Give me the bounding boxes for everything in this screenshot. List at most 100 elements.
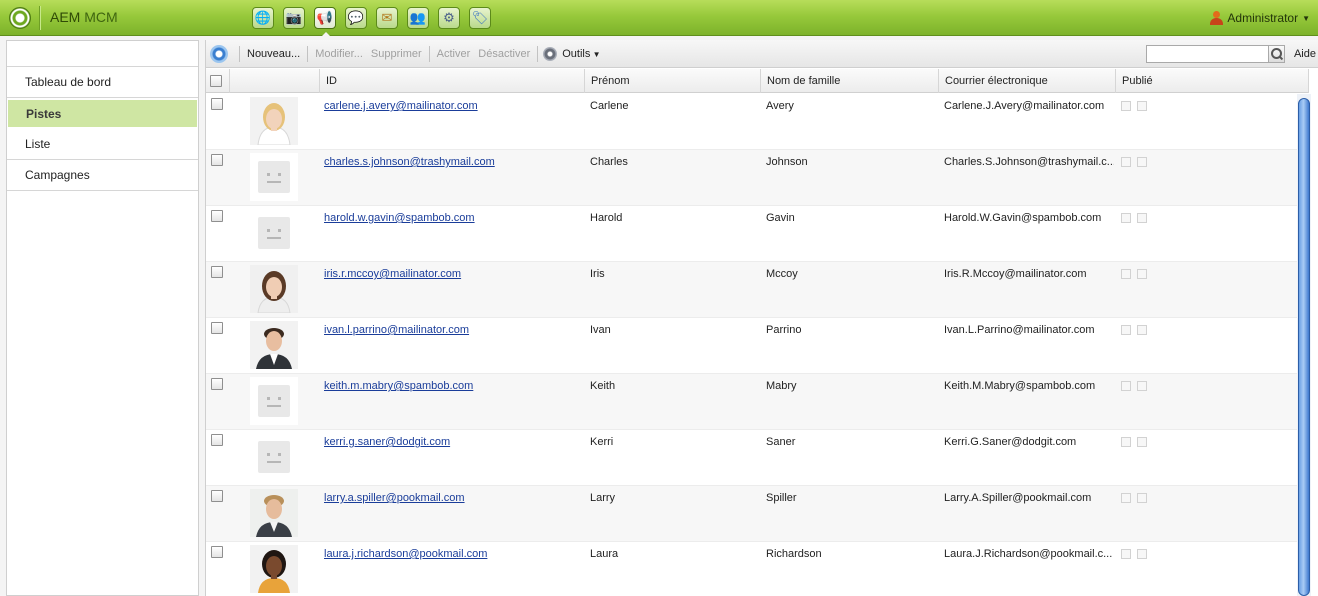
last-name: Saner	[766, 436, 796, 448]
column-header-published[interactable]: Publié	[1116, 69, 1309, 93]
lead-id-link[interactable]: harold.w.gavin@spambob.com	[324, 212, 475, 224]
lead-id-link[interactable]: carlene.j.avery@mailinator.com	[324, 100, 478, 112]
avatar	[250, 489, 298, 537]
app-name: AEM	[50, 9, 81, 25]
lead-id-link[interactable]: keith.m.mabry@spambob.com	[324, 380, 473, 392]
activate-button[interactable]: Activer	[435, 48, 473, 60]
published-box	[1121, 101, 1131, 111]
sidebar-item-leads[interactable]: Pistes	[8, 100, 197, 127]
first-name: Ivan	[590, 324, 611, 336]
help-button[interactable]: Aide	[1294, 48, 1316, 60]
lead-id-link[interactable]: iris.r.mccoy@mailinator.com	[324, 268, 461, 280]
published-indicators	[1121, 381, 1147, 391]
last-name: Mabry	[766, 380, 797, 392]
sidebar-header	[7, 41, 198, 67]
comment-icon[interactable]: 💬	[341, 4, 371, 32]
envelope-icon[interactable]: ✉	[372, 4, 402, 32]
published-box	[1121, 157, 1131, 167]
user-name: Administrator	[1227, 11, 1299, 25]
last-name: Spiller	[766, 492, 797, 504]
lead-id-link[interactable]: laura.j.richardson@pookmail.com	[324, 548, 487, 560]
avatar	[250, 545, 298, 593]
camera-icon[interactable]: 📷	[279, 4, 309, 32]
row-checkbox[interactable]	[211, 490, 223, 502]
lead-id-link[interactable]: larry.a.spiller@pookmail.com	[324, 492, 465, 504]
lead-id-link[interactable]: kerri.g.saner@dodgit.com	[324, 436, 450, 448]
last-name: Avery	[766, 100, 794, 112]
lead-id-link[interactable]: ivan.l.parrino@mailinator.com	[324, 324, 469, 336]
column-header-first-name[interactable]: Prénom	[585, 69, 761, 93]
gears-icon[interactable]: ⚙	[434, 4, 464, 32]
row-checkbox[interactable]	[211, 378, 223, 390]
select-all-checkbox[interactable]	[210, 75, 222, 87]
row-checkbox[interactable]	[211, 210, 223, 222]
avatar-placeholder	[250, 153, 298, 201]
column-header-last-name[interactable]: Nom de famille	[761, 69, 939, 93]
last-name: Mccoy	[766, 268, 798, 280]
row-checkbox[interactable]	[211, 266, 223, 278]
column-header-avatar	[230, 69, 320, 93]
email: Charles.S.Johnson@trashymail.c...	[944, 156, 1114, 168]
column-header-email[interactable]: Courrier électronique	[939, 69, 1116, 93]
row-checkbox[interactable]	[211, 154, 223, 166]
table-row[interactable]: kerri.g.saner@dodgit.com Kerri Saner Ker…	[206, 430, 1302, 486]
placeholder-face-icon	[258, 385, 290, 417]
toolbar-separator	[537, 45, 539, 62]
toolbar-separator	[428, 45, 430, 62]
deactivate-button[interactable]: Désactiver	[476, 48, 532, 60]
avatar-placeholder	[250, 209, 298, 257]
user-menu[interactable]: Administrator ▼	[1210, 11, 1310, 25]
avatar-photo	[250, 97, 298, 145]
email: Kerri.G.Saner@dodgit.com	[944, 436, 1077, 448]
table-row[interactable]: harold.w.gavin@spambob.com Harold Gavin …	[206, 206, 1302, 262]
published-indicators	[1121, 269, 1147, 279]
megaphone-icon[interactable]: 📢	[310, 4, 340, 37]
first-name: Harold	[590, 212, 623, 224]
search-input[interactable]	[1146, 45, 1269, 63]
published-indicators	[1121, 325, 1147, 335]
chevron-down-icon: ▼	[590, 49, 601, 59]
search-icon[interactable]	[1269, 45, 1285, 63]
tag-icon[interactable]: 🏷	[465, 4, 495, 32]
published-box	[1137, 325, 1147, 335]
email: Larry.A.Spiller@pookmail.com	[944, 492, 1092, 504]
published-box	[1121, 437, 1131, 447]
row-checkbox[interactable]	[211, 98, 223, 110]
published-box	[1121, 325, 1131, 335]
placeholder-face-icon	[258, 161, 290, 193]
first-name: Laura	[590, 548, 619, 560]
tools-menu-button[interactable]: Outils ▼	[560, 48, 602, 60]
row-checkbox[interactable]	[211, 322, 223, 334]
delete-button[interactable]: Supprimer	[369, 48, 424, 60]
published-box	[1121, 493, 1131, 503]
table-row[interactable]: larry.a.spiller@pookmail.com Larry Spill…	[206, 486, 1302, 542]
first-name: Charles	[590, 156, 628, 168]
avatar	[250, 265, 298, 313]
new-button[interactable]: Nouveau...	[245, 48, 302, 60]
table-row[interactable]: keith.m.mabry@spambob.com Keith Mabry Ke…	[206, 374, 1302, 430]
table-row[interactable]: charles.s.johnson@trashymail.com Charles…	[206, 150, 1302, 206]
row-checkbox[interactable]	[211, 434, 223, 446]
table-row[interactable]: carlene.j.avery@mailinator.com Carlene A…	[206, 94, 1302, 150]
email: Harold.W.Gavin@spambob.com	[944, 212, 1102, 224]
email: Laura.J.Richardson@pookmail.c...	[944, 548, 1113, 560]
main-panel: Nouveau... Modifier... Supprimer Activer…	[205, 40, 1318, 596]
table-row[interactable]: ivan.l.parrino@mailinator.com Ivan Parri…	[206, 318, 1302, 374]
refresh-icon[interactable]	[210, 44, 228, 63]
lead-id-link[interactable]: charles.s.johnson@trashymail.com	[324, 156, 495, 168]
aem-logo-icon[interactable]	[9, 7, 31, 29]
table-row[interactable]: iris.r.mccoy@mailinator.com Iris Mccoy I…	[206, 262, 1302, 318]
published-indicators	[1121, 437, 1147, 447]
sidebar-item-campaigns[interactable]: Campagnes	[7, 160, 198, 191]
table-row[interactable]: laura.j.richardson@pookmail.com Laura Ri…	[206, 542, 1302, 596]
scrollbar-thumb[interactable]	[1298, 98, 1310, 596]
row-checkbox[interactable]	[211, 546, 223, 558]
tools-label: Outils	[562, 47, 591, 60]
gear-icon	[543, 46, 558, 61]
people-icon[interactable]: 👥	[403, 4, 433, 32]
sidebar-item-list[interactable]: Liste	[7, 129, 198, 160]
column-header-id[interactable]: ID	[320, 69, 585, 93]
sidebar-item-dashboard[interactable]: Tableau de bord	[7, 67, 198, 98]
globe-icon[interactable]: 🌐	[248, 4, 278, 32]
modify-button[interactable]: Modifier...	[313, 48, 365, 60]
